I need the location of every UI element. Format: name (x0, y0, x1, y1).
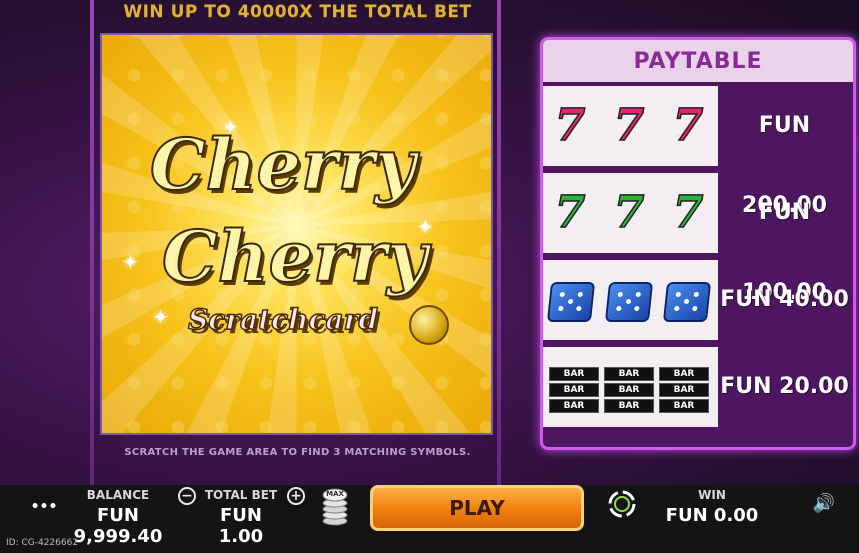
game-logo-word-1: Cherry (149, 122, 417, 207)
win-label: WIN (698, 488, 726, 502)
paytable-symbols (546, 276, 712, 322)
triple-bar-icon: BAR BAR BAR (659, 367, 709, 413)
paytable-payout: FUN 20.00 (720, 374, 849, 399)
max-label: MAX (326, 490, 344, 498)
autoplay-button[interactable] (606, 488, 638, 520)
paytable-payout: FUN 200.00 (742, 113, 827, 218)
control-bar: ••• BALANCE FUN 9,999.40 − TOTAL BET FUN… (0, 485, 859, 553)
cherry-coin-icon (409, 305, 449, 345)
max-win-headline: WIN UP TO 40000X THE TOTAL BET (123, 2, 472, 22)
total-bet-value: FUN 1.00 (218, 505, 264, 547)
green-seven-icon: 7 (554, 187, 586, 238)
max-bet-button[interactable]: MAX (320, 487, 350, 527)
green-seven-icon: 7 (613, 187, 645, 238)
sparkle-icon: ✦ (152, 305, 169, 329)
blue-dice-icon (546, 282, 596, 322)
game-instructions: SCRATCH THE GAME AREA TO FIND 3 MATCHING… (124, 447, 471, 458)
red-seven-icon: 7 (613, 100, 645, 151)
paytable-row-bar: BAR BAR BAR BAR BAR BAR BAR BAR BAR FUN 20.00 (543, 347, 853, 427)
increase-bet-button[interactable]: + (287, 487, 305, 505)
sparkle-icon: ✦ (122, 250, 139, 274)
autoplay-icon (608, 490, 636, 518)
menu-icon[interactable]: ••• (30, 499, 58, 515)
decrease-bet-button[interactable]: − (178, 487, 196, 505)
red-seven-icon: 7 (672, 100, 704, 151)
balance-label: BALANCE (86, 488, 150, 502)
paytable-row-red-seven: 7 7 7 FUN 200.00 (543, 86, 853, 218)
game-logo-word-2: Cherry (161, 214, 429, 299)
paytable-payout: FUN 100.00 (742, 200, 827, 305)
scratch-card-area[interactable]: ✦ ✦ ✦ ✦ Cherry Cherry Scratchcard (100, 33, 493, 435)
red-seven-icon: 7 (554, 100, 586, 151)
paytable-symbols: BAR BAR BAR BAR BAR BAR BAR BAR BAR (549, 363, 709, 413)
green-seven-icon: 7 (672, 187, 704, 238)
paytable-row-green-seven: 7 7 7 FUN 100.00 (543, 173, 853, 305)
paytable-panel: PAYTABLE 7 7 7 FUN 200.00 7 7 7 FUN 100.… (540, 37, 856, 450)
game-stage: WIN UP TO 40000X THE TOTAL BET ✦ ✦ ✦ ✦ C… (0, 0, 859, 485)
play-button[interactable]: PLAY (370, 485, 584, 531)
blue-dice-icon (604, 282, 654, 322)
total-bet-label: TOTAL BET (204, 488, 278, 502)
paytable-symbols: 7 7 7 (549, 100, 709, 151)
game-id-text: ID: CG-4226662 (6, 538, 79, 548)
right-frame-pillar (497, 0, 501, 485)
paytable-payout: FUN 40.00 (720, 287, 849, 312)
triple-bar-icon: BAR BAR BAR (604, 367, 654, 413)
paytable-row-blue-dice: FUN 40.00 (543, 260, 853, 340)
game-logo-subtitle: Scratchcard (187, 302, 379, 337)
blue-dice-icon (662, 282, 712, 322)
sound-icon[interactable]: 🔊 (810, 493, 838, 514)
triple-bar-icon: BAR BAR BAR (549, 367, 599, 413)
win-value: FUN 0.00 (665, 505, 759, 526)
left-frame-pillar (90, 0, 94, 485)
paytable-symbols: 7 7 7 (549, 187, 709, 238)
paytable-title: PAYTABLE (543, 40, 853, 82)
